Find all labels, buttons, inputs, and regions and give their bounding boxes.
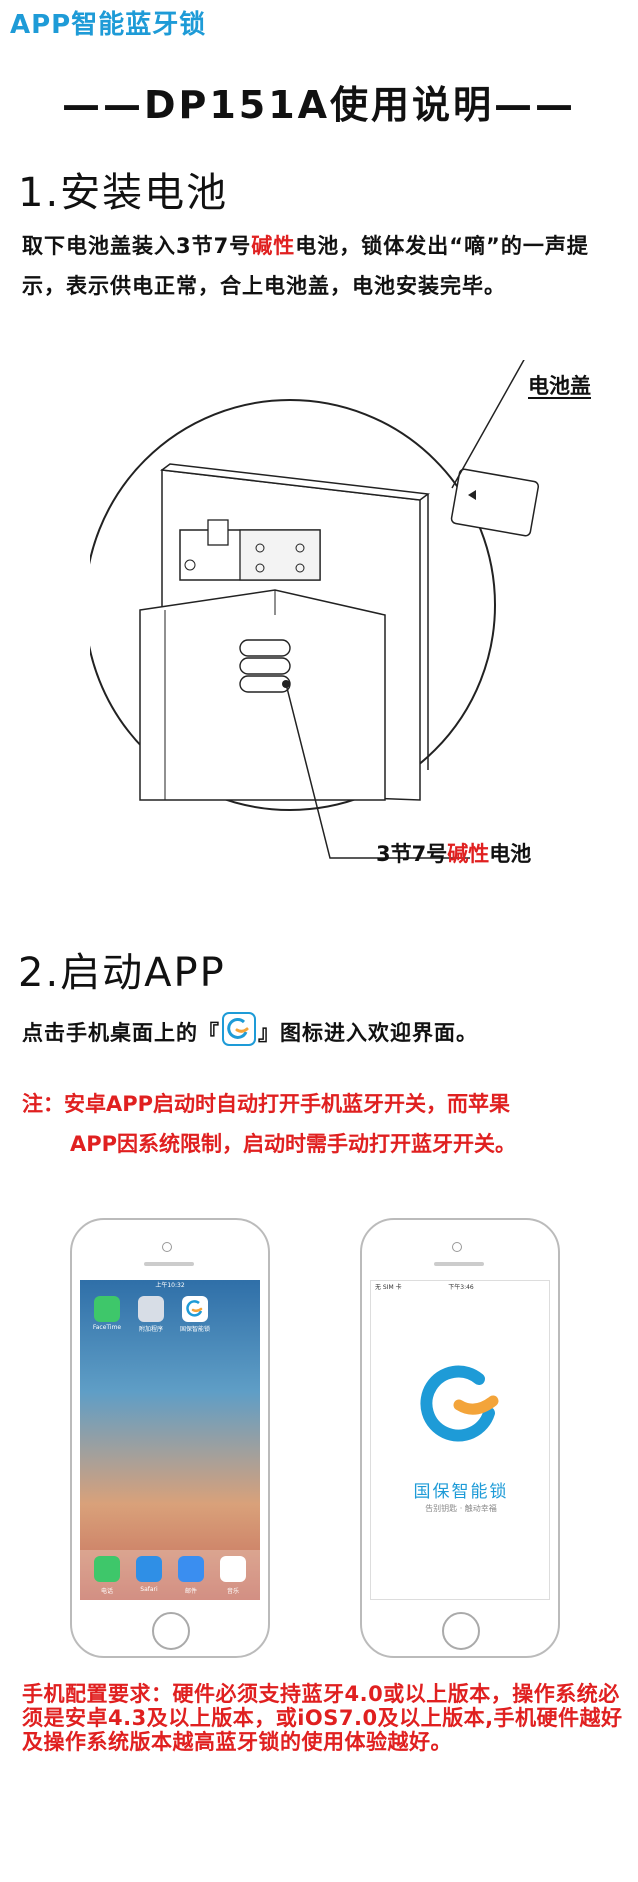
instruction-text-a: 取下电池盖装入3节7号	[22, 234, 252, 258]
dock-label-mail: 邮件	[184, 1588, 197, 1595]
home-screen-display: 上午10:32 FaceTime 附加程序 国保智能锁 电话 Safari 邮件…	[80, 1280, 260, 1600]
phone-splash-screen: 无 SIM 卡 下午3:46 国保智能锁 告别钥匙 · 触动幸福	[360, 1218, 560, 1658]
launch-text-b: 』图标进入欢迎界面。	[258, 1021, 478, 1045]
safari-app-icon[interactable]	[136, 1556, 162, 1582]
splash-app-name: 国保智能锁	[413, 1482, 509, 1502]
camera-icon	[162, 1242, 172, 1252]
phone-home-screen: 上午10:32 FaceTime 附加程序 国保智能锁 电话 Safari 邮件…	[70, 1218, 270, 1658]
battery-install-illustration	[90, 360, 540, 859]
mail-app-icon[interactable]	[178, 1556, 204, 1582]
app-logo-icon	[222, 1012, 256, 1046]
battery-cover-label: 电池盖	[528, 374, 591, 398]
status-time: 下午3:46	[448, 1284, 474, 1291]
app-label-guobao: 国保智能锁	[179, 1326, 210, 1333]
home-button[interactable]	[442, 1612, 480, 1650]
section-heading-app: 2.启动APP	[18, 950, 226, 996]
extras-folder-icon[interactable]	[138, 1296, 164, 1322]
launch-text-a: 点击手机桌面上的『	[22, 1021, 220, 1045]
bluetooth-note-line2: APP因系统限制，启动时需手动打开蓝牙开关。	[70, 1132, 517, 1156]
status-time: 上午10:32	[155, 1282, 185, 1289]
phone-app-icon[interactable]	[94, 1556, 120, 1582]
battery-instructions: 取下电池盖装入3节7号碱性电池，锁体发出“嘀”的一声提示，表示供电正常，合上电池…	[22, 226, 622, 306]
section-heading-battery: 1.安装电池	[18, 170, 229, 216]
battery-label-a: 3节7号	[376, 842, 448, 866]
splash-display: 无 SIM 卡 下午3:46 国保智能锁 告别钥匙 · 触动幸福	[370, 1280, 550, 1600]
instruction-highlight: 碱性	[251, 234, 296, 258]
speaker-icon	[144, 1262, 194, 1266]
guobao-app-icon[interactable]	[182, 1296, 208, 1322]
battery-type-label: 3节7号碱性电池	[376, 838, 531, 868]
manual-title: ——DP151A使用说明——	[61, 83, 577, 127]
brand-title: APP智能蓝牙锁	[10, 10, 207, 40]
phone-requirements: 手机配置要求：硬件必须支持蓝牙4.0或以上版本，操作系统必须是安卓4.3及以上版…	[22, 1682, 623, 1754]
app-launch-instruction: 点击手机桌面上的『 』图标进入欢迎界面。	[22, 1012, 622, 1053]
camera-icon	[452, 1242, 462, 1252]
facetime-app-icon[interactable]	[94, 1296, 120, 1322]
dock-label-safari: Safari	[140, 1586, 158, 1593]
dock-label-music: 音乐	[226, 1588, 239, 1595]
splash-slogan: 告别钥匙 · 触动幸福	[425, 1504, 497, 1513]
speaker-icon	[434, 1262, 484, 1266]
guobao-logo-icon	[420, 1365, 499, 1442]
bluetooth-note-line1: 注：安卓APP启动时自动打开手机蓝牙开关，而苹果	[22, 1092, 511, 1116]
app-label-extras: 附加程序	[138, 1326, 163, 1333]
home-button[interactable]	[152, 1612, 190, 1650]
dock-label-phone: 电话	[100, 1588, 113, 1595]
app-label-facetime: FaceTime	[92, 1324, 122, 1331]
battery-label-highlight: 碱性	[447, 842, 490, 866]
music-app-icon[interactable]	[220, 1556, 246, 1582]
dock: 电话 Safari 邮件 音乐	[80, 1550, 260, 1600]
battery-label-b: 电池	[489, 842, 532, 866]
